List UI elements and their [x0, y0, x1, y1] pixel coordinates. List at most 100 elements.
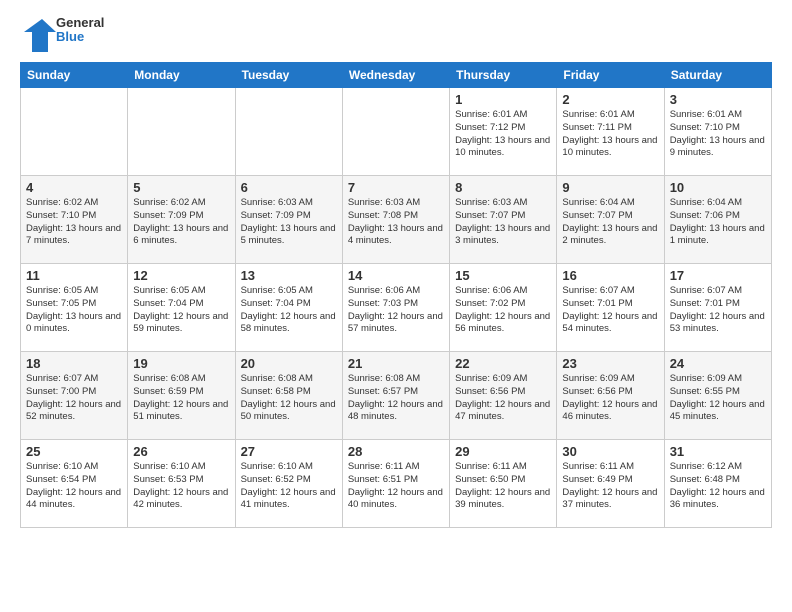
day-number: 27: [241, 444, 337, 459]
cell-content: Sunrise: 6:07 AMSunset: 7:01 PMDaylight:…: [562, 285, 658, 336]
weekday-header-row: SundayMondayTuesdayWednesdayThursdayFrid…: [21, 63, 772, 88]
cell-content: Sunrise: 6:05 AMSunset: 7:04 PMDaylight:…: [241, 285, 337, 336]
cell-content: Sunrise: 6:03 AMSunset: 7:07 PMDaylight:…: [455, 197, 551, 248]
day-number: 31: [670, 444, 766, 459]
calendar-cell: 11 Sunrise: 6:05 AMSunset: 7:05 PMDayligh…: [21, 264, 128, 352]
day-number: 4: [26, 180, 122, 195]
day-number: 20: [241, 356, 337, 371]
day-number: 2: [562, 92, 658, 107]
calendar-table: SundayMondayTuesdayWednesdayThursdayFrid…: [20, 62, 772, 528]
calendar-cell: 17Sunrise: 6:07 AMSunset: 7:01 PMDayligh…: [664, 264, 771, 352]
day-number: 11: [26, 268, 122, 283]
calendar-week-row: 1 Sunrise: 6:01 AMSunset: 7:12 PMDaylight…: [21, 88, 772, 176]
calendar-cell: 18 Sunrise: 6:07 AMSunset: 7:00 PMDayligh…: [21, 352, 128, 440]
cell-content: Sunrise: 6:06 AMSunset: 7:03 PMDaylight:…: [348, 285, 444, 336]
calendar-cell: 5 Sunrise: 6:02 AMSunset: 7:09 PMDaylight…: [128, 176, 235, 264]
calendar-cell: 1 Sunrise: 6:01 AMSunset: 7:12 PMDaylight…: [450, 88, 557, 176]
day-number: 16: [562, 268, 658, 283]
cell-content: Sunrise: 6:02 AMSunset: 7:10 PMDaylight:…: [26, 197, 122, 248]
cell-content: Sunrise: 6:09 AMSunset: 6:55 PMDaylight:…: [670, 373, 766, 424]
cell-content: Sunrise: 6:07 AMSunset: 7:01 PMDaylight:…: [670, 285, 766, 336]
calendar-week-row: 18 Sunrise: 6:07 AMSunset: 7:00 PMDayligh…: [21, 352, 772, 440]
calendar-cell: 31 Sunrise: 6:12 AMSunset: 6:48 PMDayligh…: [664, 440, 771, 528]
day-number: 13: [241, 268, 337, 283]
day-number: 22: [455, 356, 551, 371]
calendar-cell: 28 Sunrise: 6:11 AMSunset: 6:51 PMDayligh…: [342, 440, 449, 528]
calendar-cell: [128, 88, 235, 176]
calendar-cell: 27 Sunrise: 6:10 AMSunset: 6:52 PMDayligh…: [235, 440, 342, 528]
calendar-cell: 16 Sunrise: 6:07 AMSunset: 7:01 PMDayligh…: [557, 264, 664, 352]
cell-content: Sunrise: 6:09 AMSunset: 6:56 PMDaylight:…: [455, 373, 551, 424]
header: General Blue: [20, 16, 772, 52]
day-number: 6: [241, 180, 337, 195]
calendar-week-row: 11 Sunrise: 6:05 AMSunset: 7:05 PMDayligh…: [21, 264, 772, 352]
cell-content: Sunrise: 6:02 AMSunset: 7:09 PMDaylight:…: [133, 197, 229, 248]
day-number: 25: [26, 444, 122, 459]
day-number: 15: [455, 268, 551, 283]
logo: General Blue: [20, 16, 104, 52]
weekday-header: Monday: [128, 63, 235, 88]
calendar-cell: 8 Sunrise: 6:03 AMSunset: 7:07 PMDaylight…: [450, 176, 557, 264]
logo-text-wrap: General Blue: [56, 16, 104, 45]
calendar-cell: 22 Sunrise: 6:09 AMSunset: 6:56 PMDayligh…: [450, 352, 557, 440]
cell-content: Sunrise: 6:01 AMSunset: 7:12 PMDaylight:…: [455, 109, 551, 160]
weekday-header: Saturday: [664, 63, 771, 88]
cell-content: Sunrise: 6:09 AMSunset: 6:56 PMDaylight:…: [562, 373, 658, 424]
day-number: 10: [670, 180, 766, 195]
day-number: 26: [133, 444, 229, 459]
calendar-cell: 29Sunrise: 6:11 AMSunset: 6:50 PMDayligh…: [450, 440, 557, 528]
day-number: 28: [348, 444, 444, 459]
calendar-cell: 7 Sunrise: 6:03 AMSunset: 7:08 PMDaylight…: [342, 176, 449, 264]
calendar-cell: 15Sunrise: 6:06 AMSunset: 7:02 PMDayligh…: [450, 264, 557, 352]
calendar-cell: [342, 88, 449, 176]
weekday-header: Sunday: [21, 63, 128, 88]
calendar-cell: 21Sunrise: 6:08 AMSunset: 6:57 PMDayligh…: [342, 352, 449, 440]
calendar-cell: 20 Sunrise: 6:08 AMSunset: 6:58 PMDayligh…: [235, 352, 342, 440]
day-number: 14: [348, 268, 444, 283]
calendar-cell: 9 Sunrise: 6:04 AMSunset: 7:07 PMDaylight…: [557, 176, 664, 264]
weekday-header: Friday: [557, 63, 664, 88]
logo-general: General: [56, 16, 104, 30]
calendar-cell: [21, 88, 128, 176]
cell-content: Sunrise: 6:07 AMSunset: 7:00 PMDaylight:…: [26, 373, 122, 424]
day-number: 24: [670, 356, 766, 371]
cell-content: Sunrise: 6:08 AMSunset: 6:58 PMDaylight:…: [241, 373, 337, 424]
cell-content: Sunrise: 6:01 AMSunset: 7:10 PMDaylight:…: [670, 109, 766, 160]
day-number: 29: [455, 444, 551, 459]
cell-content: Sunrise: 6:05 AMSunset: 7:05 PMDaylight:…: [26, 285, 122, 336]
day-number: 1: [455, 92, 551, 107]
cell-content: Sunrise: 6:08 AMSunset: 6:59 PMDaylight:…: [133, 373, 229, 424]
calendar-cell: 19Sunrise: 6:08 AMSunset: 6:59 PMDayligh…: [128, 352, 235, 440]
calendar-week-row: 25 Sunrise: 6:10 AMSunset: 6:54 PMDayligh…: [21, 440, 772, 528]
calendar-cell: 3 Sunrise: 6:01 AMSunset: 7:10 PMDaylight…: [664, 88, 771, 176]
cell-content: Sunrise: 6:05 AMSunset: 7:04 PMDaylight:…: [133, 285, 229, 336]
day-number: 3: [670, 92, 766, 107]
day-number: 18: [26, 356, 122, 371]
cell-content: Sunrise: 6:04 AMSunset: 7:07 PMDaylight:…: [562, 197, 658, 248]
cell-content: Sunrise: 6:12 AMSunset: 6:48 PMDaylight:…: [670, 461, 766, 512]
logo-blue: Blue: [56, 30, 104, 44]
cell-content: Sunrise: 6:11 AMSunset: 6:51 PMDaylight:…: [348, 461, 444, 512]
day-number: 5: [133, 180, 229, 195]
cell-content: Sunrise: 6:10 AMSunset: 6:53 PMDaylight:…: [133, 461, 229, 512]
calendar-cell: 4 Sunrise: 6:02 AMSunset: 7:10 PMDaylight…: [21, 176, 128, 264]
calendar-cell: 26 Sunrise: 6:10 AMSunset: 6:53 PMDayligh…: [128, 440, 235, 528]
day-number: 21: [348, 356, 444, 371]
calendar-cell: 14 Sunrise: 6:06 AMSunset: 7:03 PMDayligh…: [342, 264, 449, 352]
weekday-header: Wednesday: [342, 63, 449, 88]
day-number: 9: [562, 180, 658, 195]
cell-content: Sunrise: 6:10 AMSunset: 6:54 PMDaylight:…: [26, 461, 122, 512]
calendar-cell: 10Sunrise: 6:04 AMSunset: 7:06 PMDayligh…: [664, 176, 771, 264]
day-number: 8: [455, 180, 551, 195]
calendar-week-row: 4 Sunrise: 6:02 AMSunset: 7:10 PMDaylight…: [21, 176, 772, 264]
cell-content: Sunrise: 6:10 AMSunset: 6:52 PMDaylight:…: [241, 461, 337, 512]
cell-content: Sunrise: 6:11 AMSunset: 6:49 PMDaylight:…: [562, 461, 658, 512]
calendar-cell: 13 Sunrise: 6:05 AMSunset: 7:04 PMDayligh…: [235, 264, 342, 352]
day-number: 30: [562, 444, 658, 459]
cell-content: Sunrise: 6:03 AMSunset: 7:08 PMDaylight:…: [348, 197, 444, 248]
day-number: 7: [348, 180, 444, 195]
day-number: 12: [133, 268, 229, 283]
calendar-cell: [235, 88, 342, 176]
calendar-cell: 24 Sunrise: 6:09 AMSunset: 6:55 PMDayligh…: [664, 352, 771, 440]
cell-content: Sunrise: 6:01 AMSunset: 7:11 PMDaylight:…: [562, 109, 658, 160]
